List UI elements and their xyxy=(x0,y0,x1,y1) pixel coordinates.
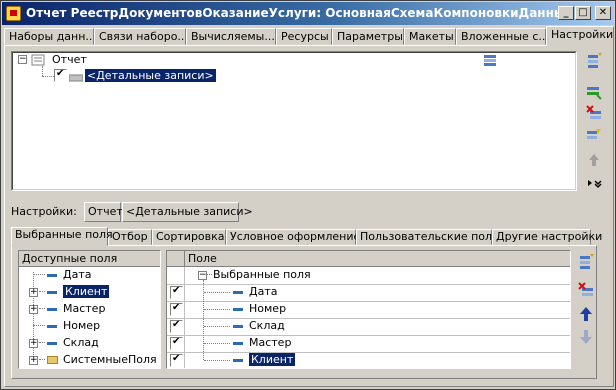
crumb-report[interactable]: Отчет xyxy=(84,202,123,222)
tab-dataset-links[interactable]: Связи наборо... xyxy=(94,28,186,45)
move-down-icon[interactable] xyxy=(578,329,594,345)
tab-resources[interactable]: Ресурсы xyxy=(276,28,332,45)
tab-settings[interactable]: Настройки xyxy=(546,26,614,46)
table-row[interactable]: Клиент xyxy=(185,352,570,368)
field-icon xyxy=(233,341,243,345)
crumb-detail-records[interactable]: <Детальные записи> xyxy=(122,202,253,222)
available-fields-list[interactable]: Доступные поля Дата + Клиент + Мастер Но… xyxy=(18,250,161,369)
selected-fields-group-row[interactable]: − Выбранные поля xyxy=(185,267,570,283)
field-checkbox[interactable] xyxy=(170,302,183,316)
structure-tree[interactable]: − Отчет <Детальные записи> xyxy=(11,51,577,191)
field-checkbox[interactable] xyxy=(170,319,183,333)
field-icon xyxy=(47,341,57,345)
report-window: Отчет РеестрДокументовОказаниеУслуги: Ос… xyxy=(0,0,616,390)
expand-icon[interactable]: + xyxy=(29,339,38,348)
tree-node-detail-records[interactable]: <Детальные записи> xyxy=(85,69,216,82)
tab-calculated-fields[interactable]: Вычисляемы... xyxy=(186,28,276,45)
folder-icon xyxy=(47,356,58,364)
available-fields-header: Доступные поля xyxy=(19,251,160,267)
table-row[interactable]: Мастер xyxy=(185,335,570,351)
field-icon xyxy=(47,273,57,277)
tab-conditional-appearance[interactable]: Условное оформление xyxy=(226,229,360,245)
tab-selected-fields[interactable]: Выбранные поля xyxy=(11,227,113,246)
field-icon xyxy=(233,324,243,328)
edit-icon[interactable] xyxy=(586,127,602,143)
more-actions-icon[interactable] xyxy=(586,175,602,191)
delete-selected-field-icon[interactable] xyxy=(578,282,594,298)
collapse-icon[interactable]: − xyxy=(198,271,207,280)
tab-sorting[interactable]: Сортировка xyxy=(152,229,226,245)
selected-fields-grid[interactable]: Поле − Выбранные поля Дата Номер Скл xyxy=(166,250,571,369)
list-item[interactable]: Дата xyxy=(19,267,159,283)
add-selected-field-icon[interactable] xyxy=(578,254,594,270)
detail-records-checkbox[interactable] xyxy=(54,68,67,82)
list-item[interactable]: + Мастер xyxy=(19,301,159,317)
table-row[interactable]: Дата xyxy=(185,284,570,300)
field-icon xyxy=(233,290,243,294)
list-item[interactable]: + Склад xyxy=(19,335,159,351)
field-checkbox[interactable] xyxy=(170,353,183,367)
window-title: Отчет РеестрДокументовОказаниеУслуги: Ос… xyxy=(26,6,573,20)
app-icon xyxy=(6,6,21,21)
settings-tabs: Выбранные поля Отбор Сортировка Условное… xyxy=(11,227,602,246)
maximize-button[interactable]: □ xyxy=(575,6,591,20)
report-structure-icon xyxy=(31,54,45,66)
list-item[interactable]: Номер xyxy=(19,318,159,334)
field-checkbox[interactable] xyxy=(170,285,183,299)
tab-parameters[interactable]: Параметры xyxy=(332,28,404,45)
title-bar[interactable]: Отчет РеестрДокументовОказаниеУслуги: Ос… xyxy=(2,2,614,25)
add-grouping-icon[interactable] xyxy=(586,53,602,69)
list-item[interactable]: + Клиент xyxy=(19,284,159,300)
tree-node-report[interactable]: Отчет xyxy=(52,52,87,68)
field-icon xyxy=(47,324,57,328)
expand-icon[interactable]: + xyxy=(29,356,38,365)
tab-nested-schemas[interactable]: Вложенные с... xyxy=(456,28,546,45)
table-row[interactable]: Склад xyxy=(185,318,570,334)
expand-icon[interactable]: + xyxy=(29,288,38,297)
delete-icon[interactable] xyxy=(586,105,602,121)
move-up-icon[interactable] xyxy=(578,306,594,322)
tab-filter[interactable]: Отбор xyxy=(108,229,152,245)
field-icon xyxy=(47,307,57,311)
list-item[interactable]: + СистемныеПоля xyxy=(19,352,159,368)
add-field-icon[interactable] xyxy=(586,84,602,100)
minimize-button[interactable]: _ xyxy=(558,6,574,20)
field-icon xyxy=(233,358,243,362)
tab-other-settings[interactable]: Другие настройки xyxy=(492,229,602,245)
tab-datasets[interactable]: Наборы данн... xyxy=(4,28,94,45)
field-column-header: Поле xyxy=(188,252,217,265)
move-up-icon[interactable] xyxy=(586,152,602,168)
collapse-icon[interactable]: − xyxy=(18,55,27,64)
field-icon xyxy=(233,307,243,311)
top-tabs: Наборы данн... Связи наборо... Вычисляем… xyxy=(4,26,614,46)
close-button[interactable]: ✕ xyxy=(595,6,611,20)
field-checkbox[interactable] xyxy=(170,336,183,350)
table-row[interactable]: Номер xyxy=(185,301,570,317)
expand-icon[interactable]: + xyxy=(29,305,38,314)
field-icon xyxy=(47,290,57,294)
tab-user-fields[interactable]: Пользовательские поля xyxy=(356,229,499,245)
structure-settings-icon[interactable] xyxy=(483,54,497,68)
tab-templates[interactable]: Макеты xyxy=(404,28,456,45)
detail-records-icon xyxy=(68,72,84,82)
settings-label: Настройки: xyxy=(11,205,77,218)
